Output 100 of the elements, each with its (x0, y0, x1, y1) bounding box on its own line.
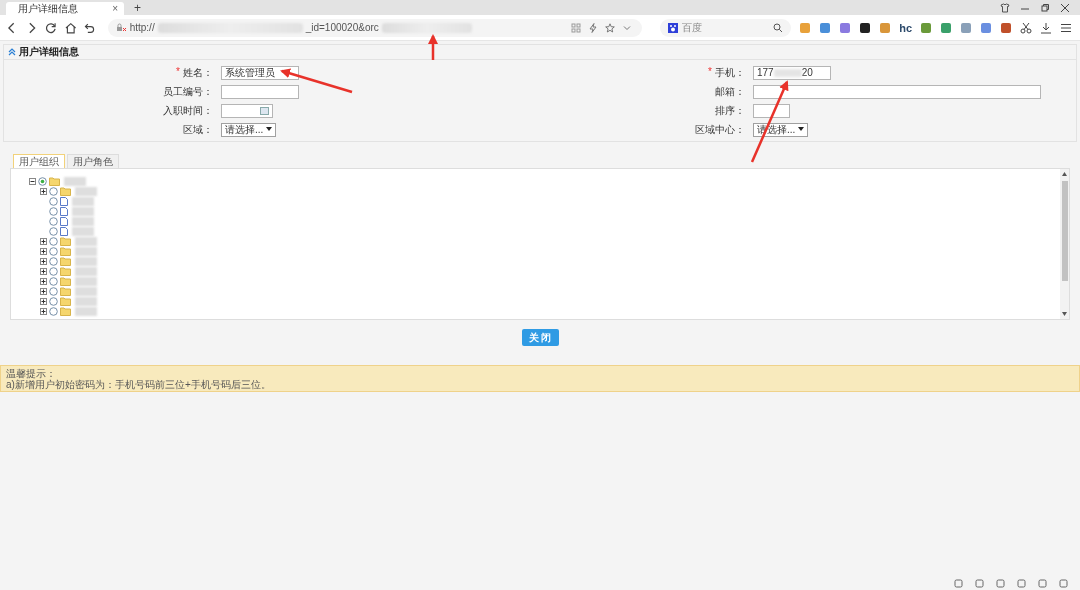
required-mark: * (708, 65, 712, 79)
text-field[interactable]: 系统管理员 (221, 65, 299, 80)
collapse-icon[interactable] (29, 177, 36, 185)
radio-button[interactable] (49, 196, 58, 206)
blurred-label (75, 266, 97, 276)
folder-icon (60, 246, 71, 256)
field-label: 区域： (183, 122, 213, 137)
menu-icon[interactable] (1060, 21, 1072, 34)
blurred-label (75, 306, 97, 316)
field-label: 员工编号： (163, 84, 213, 99)
blurred-label (75, 296, 97, 306)
scissors-icon[interactable] (1020, 21, 1032, 34)
extension-button[interactable]: hc (899, 21, 912, 34)
home-icon[interactable] (64, 21, 77, 34)
radio-button[interactable] (49, 306, 58, 316)
caret-icon[interactable] (266, 127, 273, 132)
blurred-label (75, 236, 97, 246)
grid-icon[interactable] (570, 22, 581, 33)
date-field[interactable] (221, 103, 273, 118)
lightning-icon[interactable] (587, 22, 598, 33)
folder-icon (60, 236, 71, 246)
blurred-label (72, 206, 94, 216)
url-text: http:// (129, 22, 155, 33)
status-icon[interactable] (954, 579, 963, 588)
scrollbar[interactable] (1060, 169, 1069, 319)
expand-icon[interactable] (40, 287, 47, 295)
search-icon[interactable] (773, 22, 784, 33)
radio-button[interactable] (49, 236, 58, 246)
scroll-down-icon[interactable] (1062, 312, 1067, 316)
field-label: 邮箱： (715, 84, 745, 99)
url-text: _id=100020&orc (305, 22, 379, 33)
close-tab-icon[interactable]: × (112, 3, 118, 14)
calendar-icon[interactable] (260, 106, 269, 115)
blurred-label (72, 216, 94, 226)
status-icon[interactable] (996, 579, 1005, 588)
star-icon[interactable] (604, 22, 615, 33)
field-label: 排序： (715, 103, 745, 118)
extension-icon[interactable] (859, 21, 872, 34)
radio-button[interactable] (49, 186, 58, 196)
expand-icon[interactable] (40, 257, 47, 265)
annotation-arrow (428, 34, 438, 60)
radio-button[interactable] (49, 256, 58, 266)
text-field[interactable] (753, 103, 790, 118)
insecure-lock-icon (115, 23, 127, 32)
download-icon[interactable] (1040, 21, 1052, 34)
field-label: 入职时间： (163, 103, 213, 118)
expand-icon[interactable] (40, 307, 47, 315)
expand-icon[interactable] (40, 237, 47, 245)
folder-icon (60, 186, 71, 196)
text-field[interactable] (221, 84, 299, 99)
radio-button[interactable] (49, 276, 58, 286)
folder-icon (60, 276, 71, 286)
new-tab-button[interactable]: + (134, 0, 141, 15)
paw-icon (667, 22, 678, 33)
select-dropdown[interactable]: 请选择... (221, 122, 277, 137)
status-icon[interactable] (975, 579, 984, 588)
radio-button[interactable] (49, 246, 58, 256)
blurred-label (75, 286, 97, 296)
folder-icon (60, 266, 71, 276)
status-icon[interactable] (1017, 579, 1026, 588)
radio-button[interactable] (38, 176, 47, 186)
scroll-up-icon[interactable] (1062, 172, 1067, 176)
tab[interactable]: 用户角色 (67, 154, 119, 168)
radio-button[interactable] (49, 296, 58, 306)
folder-icon (60, 296, 71, 306)
browser-tab[interactable]: 用户详细信息 × (6, 2, 124, 15)
radio-button[interactable] (49, 206, 58, 216)
skin-icon[interactable] (1000, 2, 1010, 13)
radio-button[interactable] (49, 266, 58, 276)
expand-icon[interactable] (40, 277, 47, 285)
blurred-label (75, 186, 97, 196)
expand-icon[interactable] (40, 247, 47, 255)
caret-icon[interactable] (798, 127, 805, 132)
field-label: 姓名： (183, 65, 213, 80)
blurred-label (72, 226, 94, 236)
radio-button[interactable] (49, 216, 58, 226)
close-icon[interactable] (1060, 2, 1070, 13)
blurred-label (75, 256, 97, 266)
blurred-label (72, 196, 94, 206)
restore-icon[interactable] (1040, 2, 1050, 13)
radio-button[interactable] (49, 286, 58, 296)
expand-icon[interactable] (40, 297, 47, 305)
status-icon[interactable] (1059, 579, 1068, 588)
radio-button[interactable] (49, 226, 58, 236)
folder-icon (60, 256, 71, 266)
blurred-label (75, 246, 97, 256)
status-icon[interactable] (1038, 579, 1047, 588)
folder-icon (49, 176, 60, 186)
expand-icon[interactable] (40, 267, 47, 275)
tab[interactable]: 用户组织 (13, 154, 65, 168)
required-mark: * (176, 65, 180, 79)
field-label: 区域中心： (695, 122, 745, 137)
phone-field[interactable]: 177 20 (753, 65, 831, 80)
address-field[interactable]: http:// _id=100020&orc (107, 18, 642, 37)
expand-icon[interactable] (40, 187, 47, 195)
reload-icon[interactable] (45, 21, 57, 34)
undo-icon[interactable] (84, 21, 96, 34)
text-field[interactable] (753, 84, 1041, 99)
folder-icon (60, 286, 71, 296)
field-label: 手机： (715, 65, 745, 80)
